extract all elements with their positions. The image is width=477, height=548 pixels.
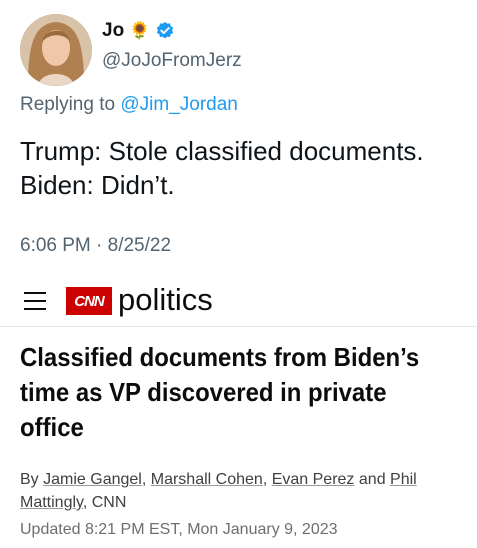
mention-link[interactable]: @Jim_Jordan	[120, 94, 238, 115]
profile-photo	[20, 14, 92, 86]
byline-prefix: By	[20, 471, 39, 488]
menu-icon[interactable]	[24, 292, 46, 310]
updated-timestamp: Updated 8:21 PM EST, Mon January 9, 2023	[20, 521, 338, 538]
byline-separator: ,	[141, 471, 147, 488]
tweet-timestamp[interactable]: 6:06 PM · 8/25/22	[20, 235, 171, 257]
cnn-logo[interactable]: CNN	[66, 287, 112, 315]
user-handle[interactable]: @JoJoFromJerz	[102, 50, 242, 72]
name-row: Jo 🌻	[102, 20, 175, 42]
sunflower-icon: 🌻	[129, 21, 151, 40]
article-headline: Classified documents from Biden’s time a…	[20, 342, 420, 442]
cnn-header: CNN politics	[0, 276, 477, 327]
replying-prefix: Replying to	[20, 94, 116, 115]
avatar[interactable]	[20, 14, 92, 86]
tweet-line-1: Trump: Stole classified documents.	[20, 136, 424, 166]
byline-and: and	[358, 471, 386, 488]
section-name[interactable]: politics	[118, 282, 213, 318]
byline-outlet: , CNN	[82, 494, 127, 511]
author-link[interactable]: Evan Perez	[272, 471, 355, 488]
author-link[interactable]: Jamie Gangel	[43, 471, 142, 488]
verified-badge-icon	[157, 21, 174, 39]
replying-to: Replying to @Jim_Jordan	[20, 94, 238, 116]
display-name[interactable]: Jo	[102, 20, 124, 42]
tweet-line-2: Biden: Didn’t.	[20, 170, 175, 200]
byline: By Jamie Gangel, Marshall Cohen, Evan Pe…	[20, 468, 460, 514]
author-link[interactable]: Marshall Cohen	[151, 471, 263, 488]
byline-separator: ,	[262, 471, 268, 488]
tweet-text: Trump: Stole classified documents. Biden…	[20, 134, 424, 202]
